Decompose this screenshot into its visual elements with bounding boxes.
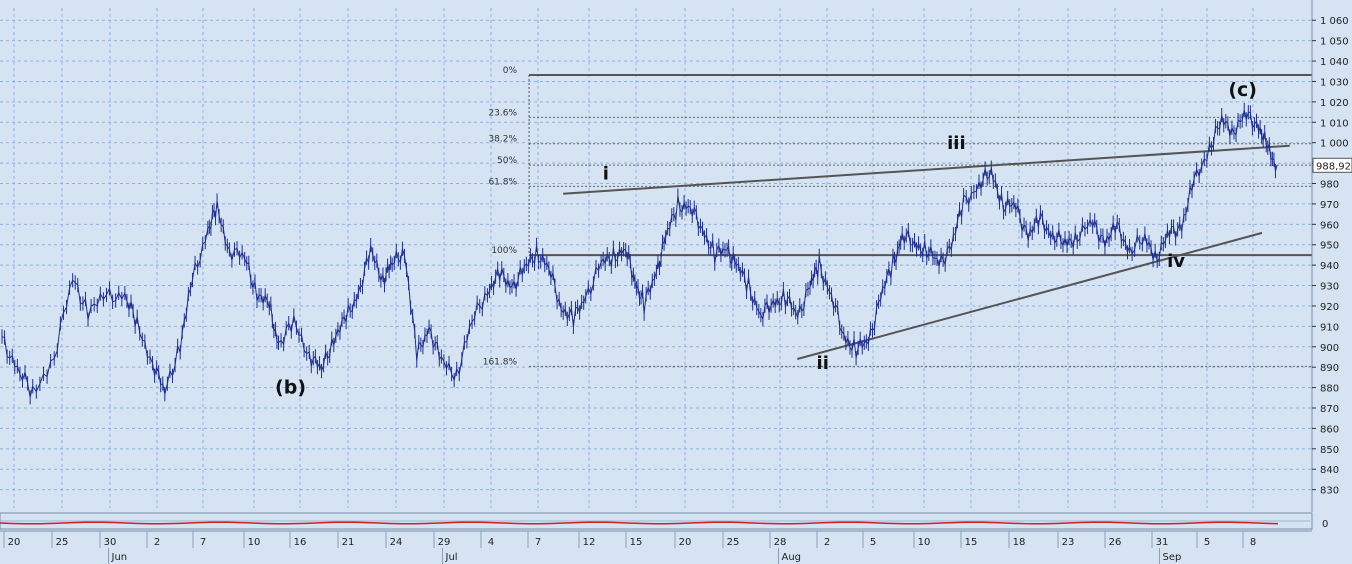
- x-tick-label: 8: [1250, 537, 1256, 548]
- y-tick-label: 950: [1320, 241, 1339, 252]
- x-tick-label: 20: [679, 537, 692, 548]
- month-label: Jul: [445, 552, 458, 563]
- y-tick-label: 850: [1320, 445, 1339, 456]
- x-tick-label: 16: [294, 537, 307, 548]
- y-tick-label: 980: [1320, 180, 1339, 191]
- x-tick-label: 28: [774, 537, 787, 548]
- y-tick-label: 1 010: [1320, 118, 1349, 129]
- x-tick-label: 29: [438, 537, 451, 548]
- y-tick-label: 940: [1320, 261, 1339, 272]
- wave-label: iv: [1167, 251, 1185, 272]
- y-tick-label: 870: [1320, 404, 1339, 415]
- x-tick-label: 23: [1062, 537, 1075, 548]
- x-tick-label: 15: [965, 537, 978, 548]
- x-tick-label: 15: [630, 537, 643, 548]
- y-tick-label: 840: [1320, 465, 1339, 476]
- fib-level-label: 38.2%: [488, 135, 517, 145]
- x-tick-label: 12: [583, 537, 596, 548]
- wave-label: iii: [947, 133, 966, 154]
- y-tick-label: 960: [1320, 220, 1339, 231]
- y-tick-label: 970: [1320, 200, 1339, 211]
- y-tick-label: 1 020: [1320, 98, 1349, 109]
- fib-level-label: 0%: [503, 66, 518, 76]
- x-tick-label: 10: [918, 537, 931, 548]
- y-tick-label: 900: [1320, 343, 1339, 354]
- month-label: Jun: [111, 552, 128, 563]
- x-tick-label: 5: [1204, 537, 1210, 548]
- y-tick-label: 1 050: [1320, 37, 1349, 48]
- y-tick-label: 1 000: [1320, 139, 1349, 150]
- wave-label: (c): [1228, 79, 1257, 101]
- x-tick-label: 2: [154, 537, 160, 548]
- y-tick-label: 930: [1320, 282, 1339, 293]
- lower-indicator-panel: 0: [0, 512, 1328, 530]
- plot-background: [0, 0, 1352, 564]
- month-label: Sep: [1163, 552, 1182, 563]
- fib-level-label: 23.6%: [488, 108, 517, 118]
- x-axis: 20 25 30 2 7 10 16 21 24 29 4 7 12 15 20 25 28 2 5 10 15 18 23…: [0, 530, 1352, 564]
- y-axis: 830 840 850 860 870 880 890 900 910 920 930 940 950 9…: [1311, 0, 1352, 512]
- month-label: Aug: [782, 552, 802, 563]
- x-tick-label: 31: [1156, 537, 1169, 548]
- x-tick-label: 7: [535, 537, 541, 548]
- y-tick-label: 1 030: [1320, 77, 1349, 88]
- fib-level-label: 100%: [491, 246, 517, 256]
- x-tick-label: 18: [1013, 537, 1026, 548]
- x-tick-label: 10: [248, 537, 261, 548]
- x-tick-label: 30: [104, 537, 117, 548]
- x-tick-label: 7: [200, 537, 206, 548]
- wave-label: ii: [817, 353, 829, 374]
- fib-level-label: 50%: [497, 156, 517, 166]
- y-tick-label: 890: [1320, 363, 1339, 374]
- wave-label: (b): [275, 377, 306, 399]
- current-value-label: 988,92: [1316, 161, 1351, 172]
- y-tick-label: 1 040: [1320, 57, 1349, 68]
- x-tick-label: 20: [8, 537, 21, 548]
- fib-level-label: 161.8%: [483, 357, 518, 367]
- x-tick-label: 4: [488, 537, 494, 548]
- y-tick-label: 830: [1320, 486, 1339, 497]
- y-tick-label: 860: [1320, 424, 1339, 435]
- x-tick-label: 21: [342, 537, 355, 548]
- wave-label: i: [603, 163, 609, 184]
- price-chart[interactable]: 0%23.6%38.2%50%61.8%100%161.8% (b)iiiiii…: [0, 0, 1352, 564]
- x-tick-label: 25: [56, 537, 69, 548]
- y-tick-label: 1 060: [1320, 16, 1349, 27]
- x-tick-label: 2: [824, 537, 830, 548]
- fib-level-label: 61.8%: [488, 177, 517, 187]
- y-tick-label: 920: [1320, 302, 1339, 313]
- x-tick-label: 24: [390, 537, 403, 548]
- x-tick-label: 5: [870, 537, 876, 548]
- lower-panel-tick-label: 0: [1322, 519, 1328, 530]
- x-tick-label: 26: [1109, 537, 1122, 548]
- y-tick-label: 880: [1320, 384, 1339, 395]
- x-tick-label: 25: [727, 537, 740, 548]
- y-tick-label: 910: [1320, 322, 1339, 333]
